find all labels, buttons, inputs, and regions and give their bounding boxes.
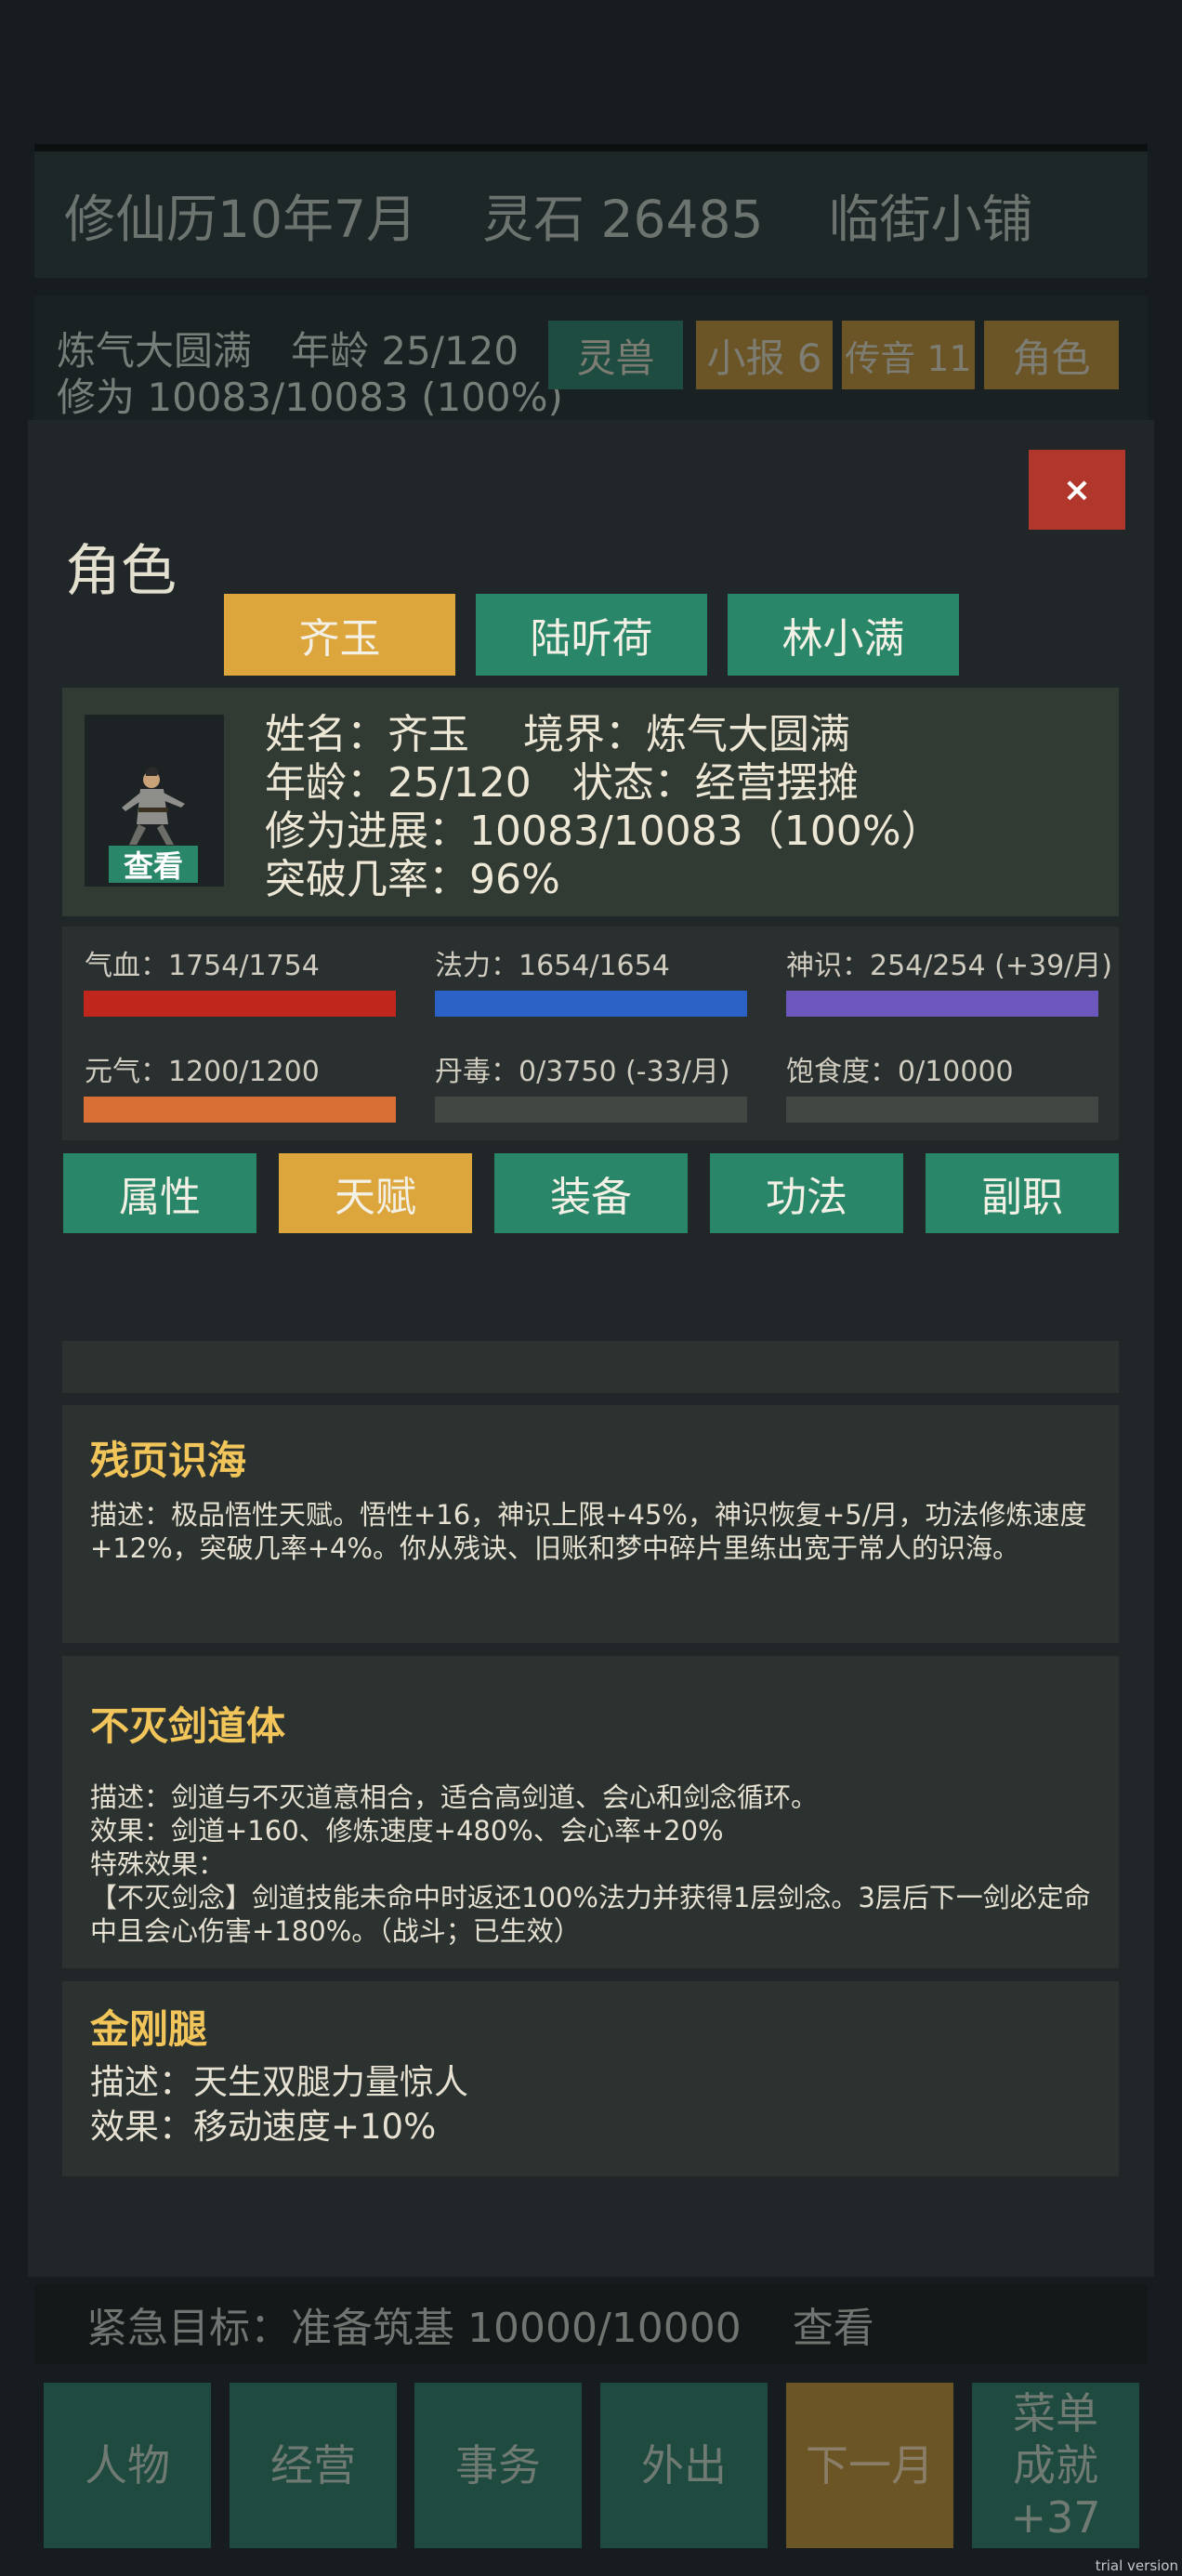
- hp-label: 气血：1754/1754: [85, 950, 320, 982]
- tab-side-jobs[interactable]: 副职: [926, 1153, 1119, 1233]
- hp-bar-fill: [84, 991, 396, 1017]
- close-icon: ×: [1062, 470, 1092, 509]
- top-header: 修仙历10年7月 灵石 26485 临街小铺: [34, 144, 1148, 278]
- character-tab-lutinghe[interactable]: 陆听荷: [476, 594, 707, 676]
- nav-affairs[interactable]: 事务: [414, 2383, 582, 2548]
- news-button[interactable]: 小报 6: [696, 321, 833, 389]
- talent-special-label: 特殊效果：: [90, 1848, 226, 1880]
- modal-title: 角色: [65, 539, 177, 604]
- role-button[interactable]: 角色: [984, 321, 1119, 389]
- talent-name: 金刚腿: [90, 2006, 208, 2052]
- portrait-view-button[interactable]: 查看: [109, 846, 198, 884]
- beast-button[interactable]: 灵兽: [548, 321, 683, 389]
- nav-business[interactable]: 经营: [230, 2383, 397, 2548]
- nav-person[interactable]: 人物: [44, 2383, 211, 2548]
- nav-next-month-label: 下一月: [806, 2440, 934, 2491]
- talent-list-top-strip: [62, 1341, 1119, 1393]
- talent-card: 残页识海 描述：极品悟性天赋。悟性+16，神识上限+45%，神识恢复+5/月，功…: [62, 1405, 1119, 1643]
- character-tab-qiyu[interactable]: 齐玉: [224, 594, 455, 676]
- trial-watermark: trial version: [1095, 2557, 1178, 2574]
- talent-description: 描述：剑道与不灭道意相合，适合高剑道、会心和剑念循环。: [90, 1781, 819, 1813]
- close-button[interactable]: ×: [1029, 450, 1125, 530]
- mana-bar-fill: [435, 991, 747, 1017]
- nav-outing-label: 外出: [641, 2440, 727, 2491]
- talent-card: 金刚腿 描述：天生双腿力量惊人 效果：移动速度+10%: [62, 1981, 1119, 2176]
- nav-menu[interactable]: 菜单 成就+37: [972, 2383, 1139, 2548]
- talent-name: 残页识海: [90, 1438, 247, 1483]
- info-breakthrough-rate: 突破几率：96%: [265, 856, 560, 903]
- spirit-sense-label: 神识：254/254 (+39/月): [786, 950, 1112, 982]
- message-button[interactable]: 传音 11: [842, 321, 975, 389]
- tab-techniques[interactable]: 功法: [710, 1153, 903, 1233]
- vitality-bar-fill: [84, 1097, 396, 1123]
- mana-label: 法力：1654/1654: [435, 950, 670, 982]
- game-date: 修仙历10年7月: [64, 190, 417, 249]
- talent-description: 描述：极品悟性天赋。悟性+16，神识上限+45%，神识恢复+5/月，功法修炼速度…: [90, 1499, 1087, 1564]
- satiety-bar: [786, 1097, 1098, 1123]
- vitality-bar: [84, 1097, 396, 1123]
- spirit-sense-bar: [786, 991, 1098, 1017]
- nav-next-month[interactable]: 下一月: [786, 2383, 953, 2548]
- shop-name: 临街小铺: [828, 190, 1033, 249]
- spirit-sense-bar-fill: [786, 991, 1098, 1017]
- tab-equipment[interactable]: 装备: [494, 1153, 688, 1233]
- tab-talents[interactable]: 天赋: [279, 1153, 472, 1233]
- talent-description: 描述：天生双腿力量惊人: [90, 2062, 468, 2102]
- talent-card: 不灭剑道体 描述：剑道与不灭道意相合，适合高剑道、会心和剑念循环。 效果：剑道+…: [62, 1656, 1119, 1968]
- satiety-label: 饱食度：0/10000: [786, 1056, 1014, 1088]
- talent-special-effect: 【不灭剑念】剑道技能未命中时返还100%法力并获得1层剑念。3层后下一剑必定命中…: [90, 1882, 1091, 1947]
- vitality-label: 元气：1200/1200: [85, 1056, 320, 1088]
- bottom-nav: 人物 经营 事务 外出 下一月 菜单 成就+37: [0, 2383, 1182, 2550]
- nav-person-label: 人物: [85, 2440, 170, 2491]
- character-tab-linxiaoman[interactable]: 林小满: [728, 594, 959, 676]
- nav-outing[interactable]: 外出: [600, 2383, 768, 2548]
- urgent-goal-bar: 紧急目标：准备筑基 10000/10000 查看: [34, 2284, 1148, 2364]
- pill-poison-label: 丹毒：0/3750 (-33/月): [435, 1056, 730, 1088]
- urgent-goal-text: 紧急目标：准备筑基 10000/10000: [86, 2305, 742, 2352]
- nav-affairs-label: 事务: [455, 2440, 541, 2491]
- status-cultivation: 修为 10083/10083 (100%): [57, 375, 563, 420]
- pill-poison-bar: [435, 1097, 747, 1123]
- spirit-stone-count: 灵石 26485: [481, 190, 764, 249]
- hp-bar: [84, 991, 396, 1017]
- nav-business-label: 经营: [270, 2440, 356, 2491]
- talent-name: 不灭剑道体: [90, 1703, 286, 1749]
- talent-effect: 效果：移动速度+10%: [90, 2107, 437, 2147]
- nav-achievement-label: 成就+37: [1010, 2440, 1101, 2543]
- mana-bar: [435, 991, 747, 1017]
- talent-effect: 效果：剑道+160、修炼速度+480%、会心率+20%: [90, 1815, 724, 1847]
- nav-menu-label: 菜单: [1013, 2388, 1098, 2438]
- goal-view-link[interactable]: 查看: [793, 2294, 874, 2354]
- tab-attributes[interactable]: 属性: [63, 1153, 256, 1233]
